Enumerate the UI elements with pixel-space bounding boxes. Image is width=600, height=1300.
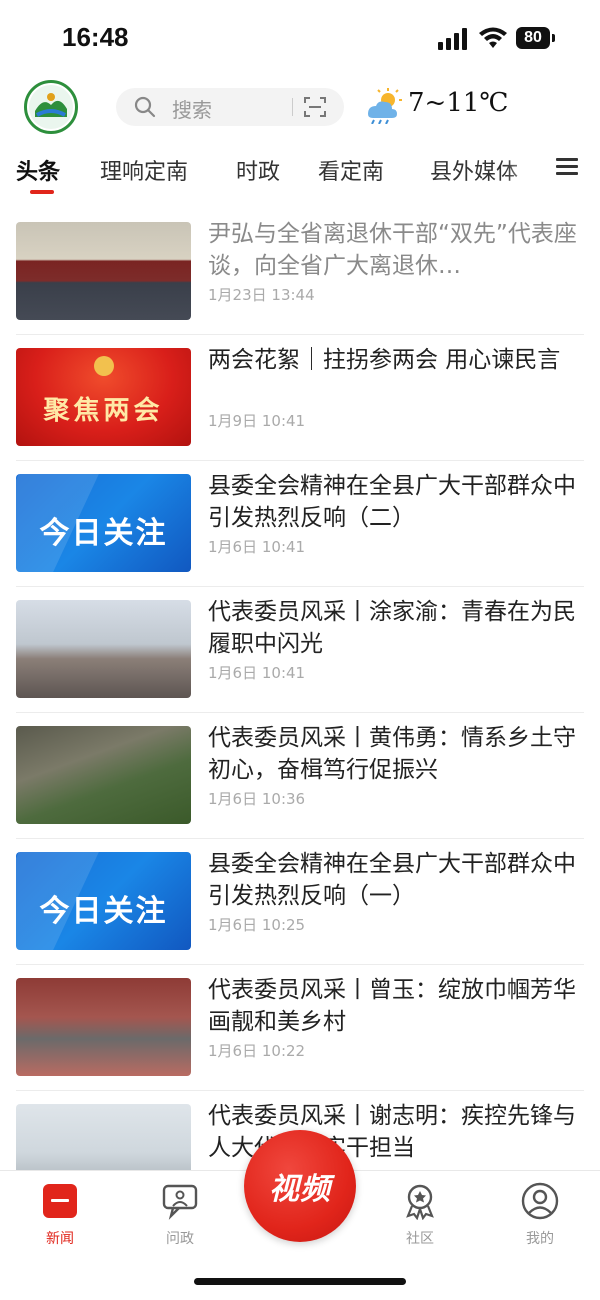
signal-icon (438, 28, 467, 50)
search-icon (134, 96, 156, 118)
news-item[interactable]: 聚焦两会 两会花絮｜拄拐参两会 用心谏民言 1月9日 10:41 (16, 334, 584, 461)
news-thumbnail (16, 222, 191, 320)
news-thumbnail: 今日关注 (16, 852, 191, 950)
news-date: 1月6日 10:22 (208, 1042, 306, 1060)
scan-icon[interactable] (304, 97, 326, 117)
chat-icon (161, 1182, 199, 1220)
thumbnail-caption: 今日关注 (39, 516, 168, 551)
news-item[interactable]: 代表委员风采丨曾玉：绽放巾帼芳华 画靓和美乡村 1月6日 10:22 (16, 964, 584, 1091)
news-icon (41, 1182, 79, 1220)
community-icon (401, 1182, 439, 1221)
nav-news-label: 新闻 (46, 1231, 74, 1247)
news-title: 代表委员风采丨黄伟勇：情系乡土守初心，奋楫笃行促振兴 (208, 725, 576, 783)
app-logo[interactable] (24, 80, 78, 134)
news-thumbnail (16, 726, 191, 824)
weather-icon (368, 88, 402, 124)
battery-level: 80 (516, 27, 550, 49)
news-item[interactable]: 代表委员风采丨涂家渝：青春在为民履职中闪光 1月6日 10:41 (16, 586, 584, 713)
tab-kan-dingnan[interactable]: 看定南 (318, 154, 384, 186)
news-title: 县委全会精神在全县广大干部群众中引发热烈反响（二） (208, 473, 576, 531)
tab-politics[interactable]: 时政 (236, 154, 280, 186)
nav-community[interactable]: 社区 (380, 1182, 460, 1248)
nav-politics[interactable]: 问政 (140, 1182, 220, 1248)
video-button[interactable]: 视频 (244, 1130, 356, 1242)
news-thumbnail (16, 600, 191, 698)
search-bar[interactable]: 搜索 (116, 88, 344, 126)
weather-temperature: 7~11℃ (408, 88, 509, 118)
thumbnail-caption: 聚焦两会 (43, 396, 164, 426)
user-icon (521, 1182, 559, 1220)
menu-icon[interactable] (556, 158, 578, 176)
news-date: 1月23日 13:44 (208, 286, 315, 304)
thumbnail-caption: 今日关注 (39, 894, 168, 929)
nav-politics-label: 问政 (166, 1231, 194, 1247)
news-thumbnail: 聚焦两会 (16, 348, 191, 446)
search-input[interactable]: 搜索 (172, 94, 212, 123)
wifi-icon (479, 27, 507, 48)
video-button-label: 视频 (269, 1172, 331, 1207)
news-item[interactable]: 今日关注 县委全会精神在全县广大干部群众中引发热烈反响（一） 1月6日 10:2… (16, 838, 584, 965)
news-title: 两会花絮｜拄拐参两会 用心谏民言 (208, 347, 561, 373)
active-tab-indicator (30, 190, 54, 194)
home-indicator (194, 1278, 406, 1285)
news-date: 1月6日 10:41 (208, 664, 306, 682)
battery-icon: 80 (516, 27, 556, 51)
news-title: 县委全会精神在全县广大干部群众中引发热烈反响（一） (208, 851, 576, 909)
news-title: 尹弘与全省离退休干部“双先”代表座谈，向全省广大离退休… (208, 221, 577, 279)
news-thumbnail: 今日关注 (16, 474, 191, 572)
status-time: 16:48 (62, 22, 129, 52)
news-thumbnail (16, 978, 191, 1076)
news-date: 1月6日 10:36 (208, 790, 306, 808)
tab-headline[interactable]: 头条 (16, 154, 60, 186)
news-title: 代表委员风采丨曾玉：绽放巾帼芳华 画靓和美乡村 (208, 977, 576, 1035)
nav-mine[interactable]: 我的 (500, 1182, 580, 1248)
news-item[interactable]: 今日关注 县委全会精神在全县广大干部群众中引发热烈反响（二） 1月6日 10:4… (16, 460, 584, 587)
channel-tabs: 头条 理响定南 时政 看定南 县外媒体 (0, 148, 540, 198)
news-title: 代表委员风采丨涂家渝：青春在为民履职中闪光 (208, 599, 576, 657)
news-date: 1月9日 10:41 (208, 412, 306, 430)
nav-community-label: 社区 (406, 1231, 434, 1247)
news-date: 1月6日 10:25 (208, 916, 306, 934)
nav-news[interactable]: 新闻 (20, 1182, 100, 1248)
news-item[interactable]: 代表委员风采丨黄伟勇：情系乡土守初心，奋楫笃行促振兴 1月6日 10:36 (16, 712, 584, 839)
nav-mine-label: 我的 (526, 1231, 554, 1247)
tab-lixiang-dingnan[interactable]: 理响定南 (100, 154, 188, 186)
news-date: 1月6日 10:41 (208, 538, 306, 556)
news-item[interactable]: 尹弘与全省离退休干部“双先”代表座谈，向全省广大离退休… 1月23日 13:44 (16, 208, 584, 335)
